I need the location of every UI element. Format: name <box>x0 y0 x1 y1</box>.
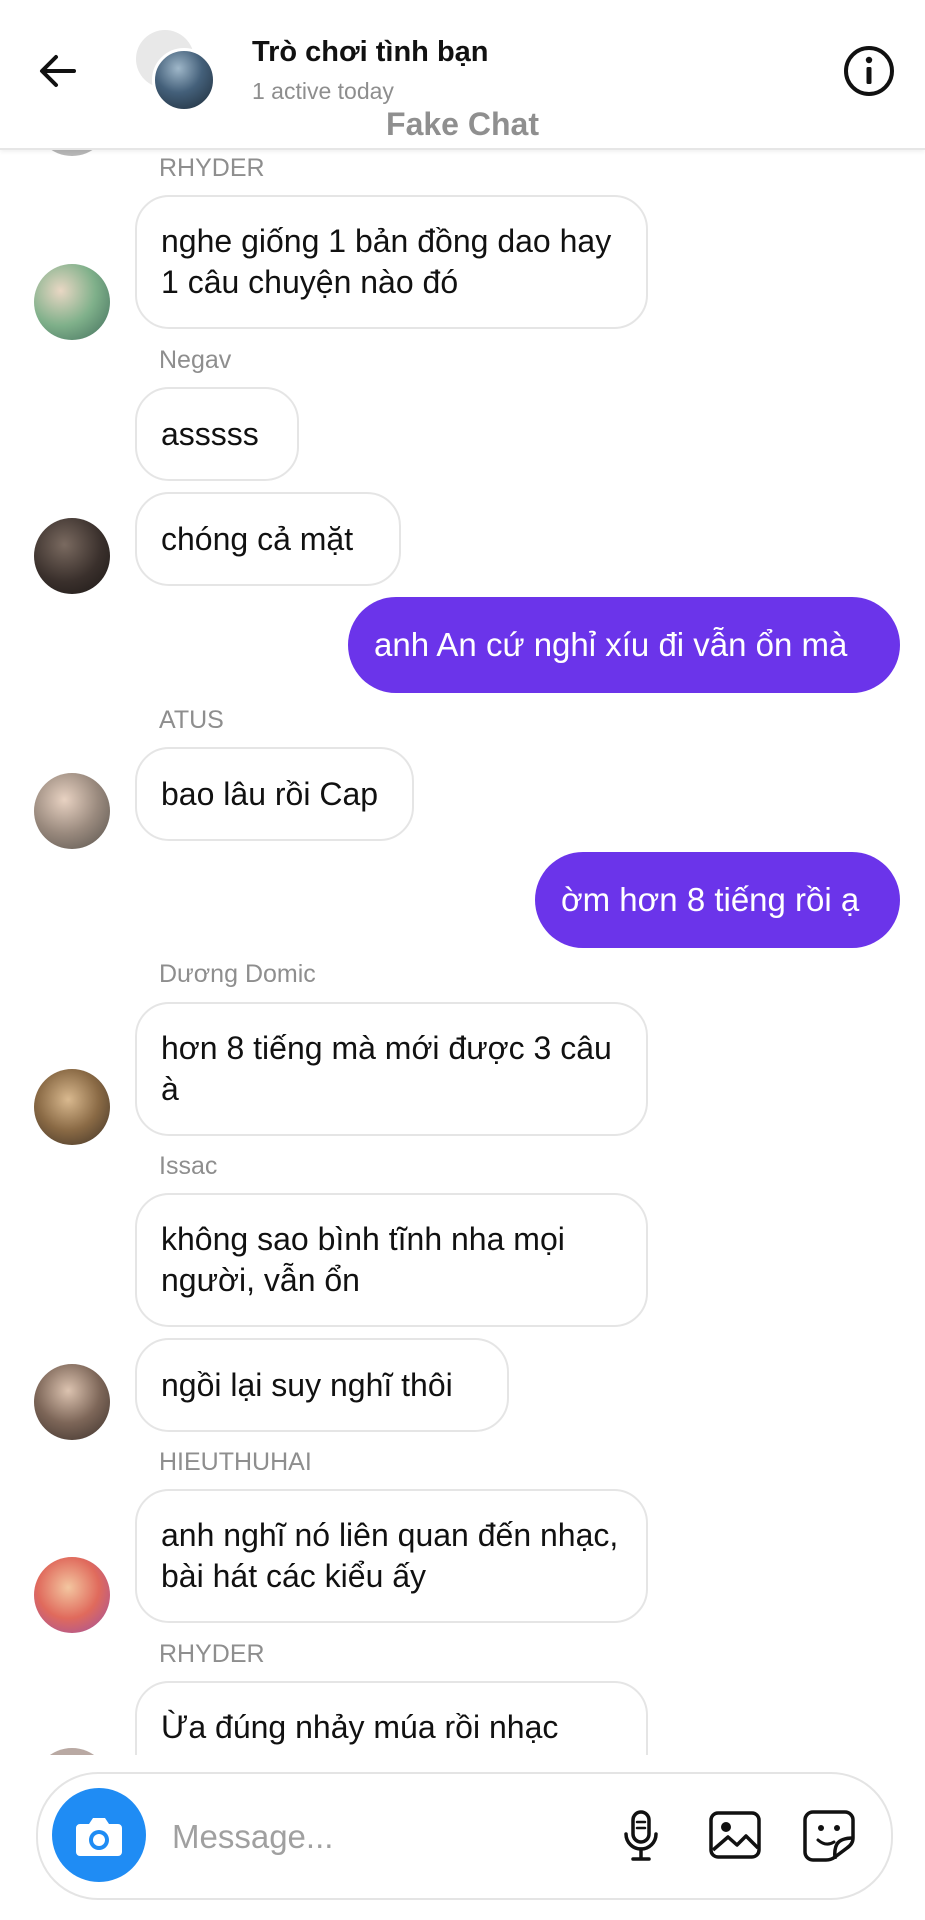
message-bubble[interactable]: asssss <box>135 387 299 481</box>
active-status: 1 active today <box>252 78 394 104</box>
chat-header: Trò chơi tình bạn 1 active today Fake Ch… <box>0 0 925 150</box>
sender-name: HIEUTHUHAI <box>159 1448 312 1476</box>
avatar <box>34 1748 110 1755</box>
avatar <box>34 518 110 594</box>
message-bubble[interactable]: Ừa đúng nhảy múa rồi nhạc <box>135 1681 648 1755</box>
watermark-label: Fake Chat <box>386 106 539 142</box>
sender-name: Issac <box>159 1152 218 1180</box>
avatar <box>34 150 110 156</box>
sender-name: RHYDER <box>159 154 265 182</box>
message-input[interactable] <box>170 1812 504 1862</box>
message-list[interactable]: RHYDER nghe giống 1 bản đồng dao hay 1 c… <box>0 150 925 1755</box>
outgoing-message-bubble[interactable]: ờm hơn 8 tiếng rồi ạ <box>535 852 900 948</box>
message-bubble[interactable]: ngồi lại suy nghĩ thôi <box>135 1338 509 1432</box>
avatar <box>34 1069 110 1145</box>
avatar <box>34 1364 110 1440</box>
sticker-icon[interactable] <box>796 1802 862 1868</box>
avatar <box>34 773 110 849</box>
outgoing-message-bubble[interactable]: anh An cứ nghỉ xíu đi vẫn ổn mà <box>348 597 900 693</box>
chat-title[interactable]: Trò chơi tình bạn <box>252 36 489 69</box>
camera-icon <box>76 1818 122 1856</box>
avatar <box>34 264 110 340</box>
sender-name: Negav <box>159 346 232 374</box>
sender-name: RHYDER <box>159 1640 265 1668</box>
message-bubble[interactable]: chóng cả mặt <box>135 492 401 586</box>
back-arrow-icon[interactable] <box>34 46 84 96</box>
message-bubble[interactable]: không sao bình tĩnh nha mọi người, vẫn ổ… <box>135 1193 648 1327</box>
message-bubble[interactable]: hơn 8 tiếng mà mới được 3 câu à <box>135 1002 648 1136</box>
message-bubble[interactable]: bao lâu rồi Cap <box>135 747 414 841</box>
avatar <box>34 1557 110 1633</box>
gallery-icon[interactable] <box>702 1802 768 1868</box>
message-bubble[interactable]: nghe giống 1 bản đồng dao hay 1 câu chuy… <box>135 195 648 329</box>
microphone-icon[interactable] <box>608 1802 674 1868</box>
sender-name: ATUS <box>159 706 224 734</box>
message-bubble[interactable]: anh nghĩ nó liên quan đến nhạc, bài hát … <box>135 1489 648 1623</box>
camera-button[interactable] <box>52 1788 146 1882</box>
sender-name: Dương Domic <box>159 960 316 988</box>
info-icon[interactable] <box>842 44 896 98</box>
message-composer <box>36 1772 893 1900</box>
